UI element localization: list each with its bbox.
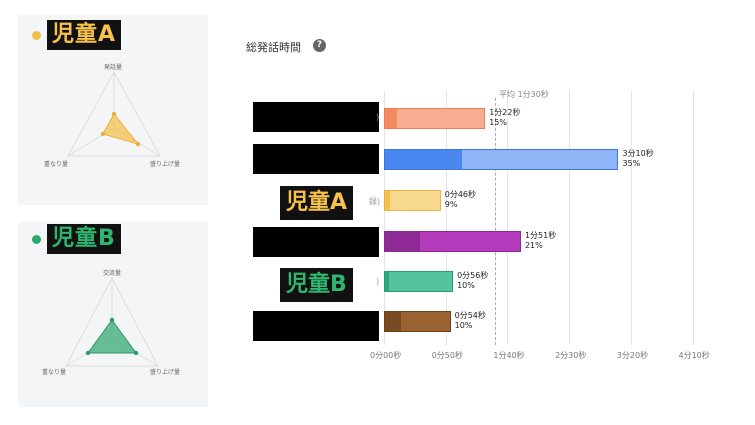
student-a-color-dot (32, 30, 41, 40)
speech-bar-segment (385, 108, 398, 128)
speech-bar[interactable] (384, 189, 441, 211)
x-tick-label: 0分50秒 (431, 351, 463, 360)
x-gridline (569, 90, 571, 345)
x-tick-label: 1分40秒 (493, 351, 525, 360)
chart-title: 総発話時間 (246, 41, 301, 54)
speech-bar-segment (385, 231, 420, 251)
bar-value-label: 3分10秒 35% (622, 149, 653, 169)
redacted-name-2 (253, 144, 379, 174)
speech-bar[interactable] (384, 310, 451, 332)
bar-time-text: 0分56秒 (457, 271, 489, 280)
student-a-radar-shape (102, 113, 140, 145)
speech-bar-segment (385, 149, 462, 169)
student-a-axis-right: 盛り上げ量 (150, 161, 181, 168)
speech-bar[interactable] (384, 148, 619, 170)
bar-value-label: 0分54秒 10% (455, 311, 486, 331)
average-line (495, 98, 497, 345)
student-b-axis-top: 交流量 (103, 270, 122, 277)
student-a-axis-left: 重なり量 (44, 161, 69, 168)
bar-value-label: 1分51秒 21% (525, 231, 556, 251)
bar-percent-text: 10% (454, 321, 473, 330)
speech-bar-segment (385, 271, 389, 291)
label-fragment-1: ) (376, 113, 380, 122)
bar-percent-text: 35% (622, 159, 641, 168)
bar-time-text: 0分54秒 (454, 311, 486, 320)
speech-bar[interactable] (384, 230, 521, 252)
student-a-radar-chart (67, 70, 161, 157)
average-label: 平均 1分30秒 (499, 90, 549, 99)
student-b-color-dot (32, 234, 41, 244)
overlay-student-b: 児童B (280, 268, 353, 302)
student-b-radar-shape (87, 319, 137, 354)
x-tick-label: 0分00秒 (370, 351, 402, 360)
label-fragment-5: ) (376, 277, 380, 286)
student-b-axis-right: 盛り上げ量 (150, 369, 181, 376)
bar-value-label: 0分46秒 9% (445, 190, 476, 210)
bar-value-label: 0分56秒 10% (457, 271, 488, 291)
x-gridline (692, 90, 694, 345)
student-a-header: 児童A (32, 20, 122, 50)
overlay-student-a: 児童A (280, 186, 354, 220)
bar-percent-text: 15% (489, 118, 507, 127)
speech-bar-segment (385, 311, 402, 331)
x-tick-label: 2分30秒 (555, 351, 587, 360)
x-tick-label: 3分20秒 (616, 351, 649, 360)
bar-time-text: 1分51秒 (524, 231, 557, 240)
speech-bar[interactable] (384, 270, 454, 292)
bar-percent-text: 9% (444, 200, 458, 209)
bar-value-label: 1分22秒 15% (489, 108, 520, 128)
x-gridline (630, 90, 632, 345)
help-icon[interactable]: ? (313, 39, 326, 52)
label-fragment-3: 録) (369, 197, 381, 206)
x-gridline (507, 90, 509, 345)
student-a-axis-top: 発話量 (104, 64, 123, 71)
x-tick-label: 4分10秒 (678, 351, 710, 360)
speech-bar-segment (385, 190, 390, 210)
bar-percent-text: 10% (457, 281, 475, 290)
student-b-axis-left: 重なり量 (42, 369, 67, 376)
redacted-name-6 (253, 311, 379, 341)
student-b-header: 児童B (32, 224, 121, 254)
student-b-name: 児童B (47, 224, 121, 254)
speech-bar[interactable] (384, 107, 486, 129)
bar-time-text: 3分10秒 (622, 149, 654, 158)
bar-time-text: 0分46秒 (444, 190, 477, 199)
student-b-radar-chart (65, 276, 159, 367)
redacted-name-4 (253, 227, 379, 257)
student-a-name: 児童A (47, 20, 122, 50)
bar-time-text: 1分22秒 (489, 108, 521, 117)
bar-percent-text: 21% (524, 241, 543, 250)
redacted-name-1 (253, 102, 379, 132)
